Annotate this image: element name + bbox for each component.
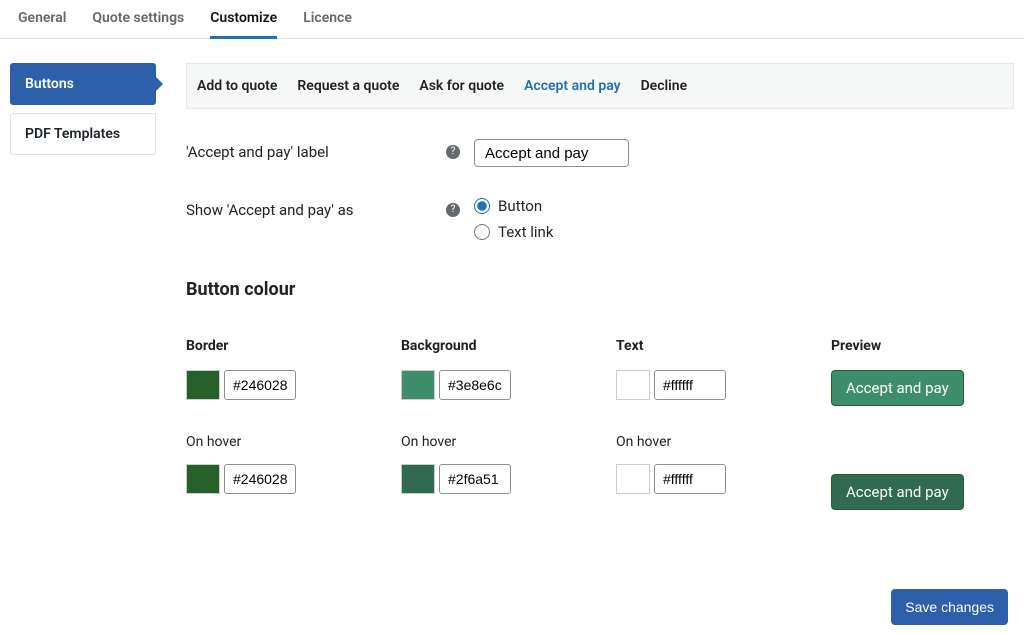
help-icon[interactable]: ? [446, 145, 460, 159]
border-hex-input[interactable] [224, 370, 296, 400]
tab-licence[interactable]: Licence [303, 10, 352, 38]
subtab-accept-and-pay[interactable]: Accept and pay [524, 78, 620, 94]
tab-general[interactable]: General [18, 10, 66, 38]
subtabs: Add to quote Request a quote Ask for quo… [186, 63, 1014, 109]
border-hover-hex-input[interactable] [224, 464, 296, 494]
radio-textlink-option[interactable]: Text link [474, 223, 553, 241]
text-swatch[interactable] [616, 370, 650, 400]
text-hex-input[interactable] [654, 370, 726, 400]
border-hover-swatch[interactable] [186, 464, 220, 494]
subtab-request-a-quote[interactable]: Request a quote [297, 78, 399, 94]
background-hover-hex-input[interactable] [439, 464, 511, 494]
radio-button-option[interactable]: Button [474, 197, 553, 215]
radio-button-label: Button [498, 197, 542, 215]
content-area: Add to quote Request a quote Ask for quo… [156, 39, 1024, 633]
button-colour-heading: Button colour [186, 279, 1014, 300]
accept-pay-label-title: 'Accept and pay' label [186, 139, 446, 161]
border-swatch[interactable] [186, 370, 220, 400]
preview-column: Preview Accept and pay Accept and pay [831, 338, 1001, 544]
sidebar-item-pdf-templates[interactable]: PDF Templates [10, 113, 156, 155]
border-hover-label: On hover [186, 434, 401, 450]
text-hover-label: On hover [616, 434, 831, 450]
tab-quote-settings[interactable]: Quote settings [92, 10, 184, 38]
accept-pay-label-input[interactable] [474, 139, 629, 167]
background-hex-input[interactable] [439, 370, 511, 400]
background-column: Background On hover [401, 338, 616, 544]
radio-textlink-label: Text link [498, 223, 553, 241]
col-head-border: Border [186, 338, 401, 354]
subtab-decline[interactable]: Decline [641, 78, 688, 94]
preview-button-normal: Accept and pay [831, 370, 964, 406]
sidebar-item-buttons[interactable]: Buttons [10, 63, 156, 105]
text-hover-swatch[interactable] [616, 464, 650, 494]
background-hover-label: On hover [401, 434, 616, 450]
subtab-ask-for-quote[interactable]: Ask for quote [419, 78, 504, 94]
radio-button-input[interactable] [474, 198, 490, 214]
help-icon[interactable]: ? [446, 203, 460, 217]
save-changes-button[interactable]: Save changes [891, 589, 1008, 625]
background-hover-swatch[interactable] [401, 464, 435, 494]
radio-textlink-input[interactable] [474, 224, 490, 240]
show-as-title: Show 'Accept and pay' as [186, 197, 446, 219]
text-column: Text On hover [616, 338, 831, 544]
top-tabs: General Quote settings Customize Licence [0, 0, 1024, 39]
background-swatch[interactable] [401, 370, 435, 400]
col-head-text: Text [616, 338, 831, 354]
col-head-background: Background [401, 338, 616, 354]
subtab-add-to-quote[interactable]: Add to quote [197, 78, 277, 94]
col-head-preview: Preview [831, 338, 1001, 354]
tab-customize[interactable]: Customize [210, 10, 277, 39]
preview-button-hover: Accept and pay [831, 474, 964, 510]
border-column: Border On hover [186, 338, 401, 544]
sidebar: Buttons PDF Templates [0, 39, 156, 633]
text-hover-hex-input[interactable] [654, 464, 726, 494]
